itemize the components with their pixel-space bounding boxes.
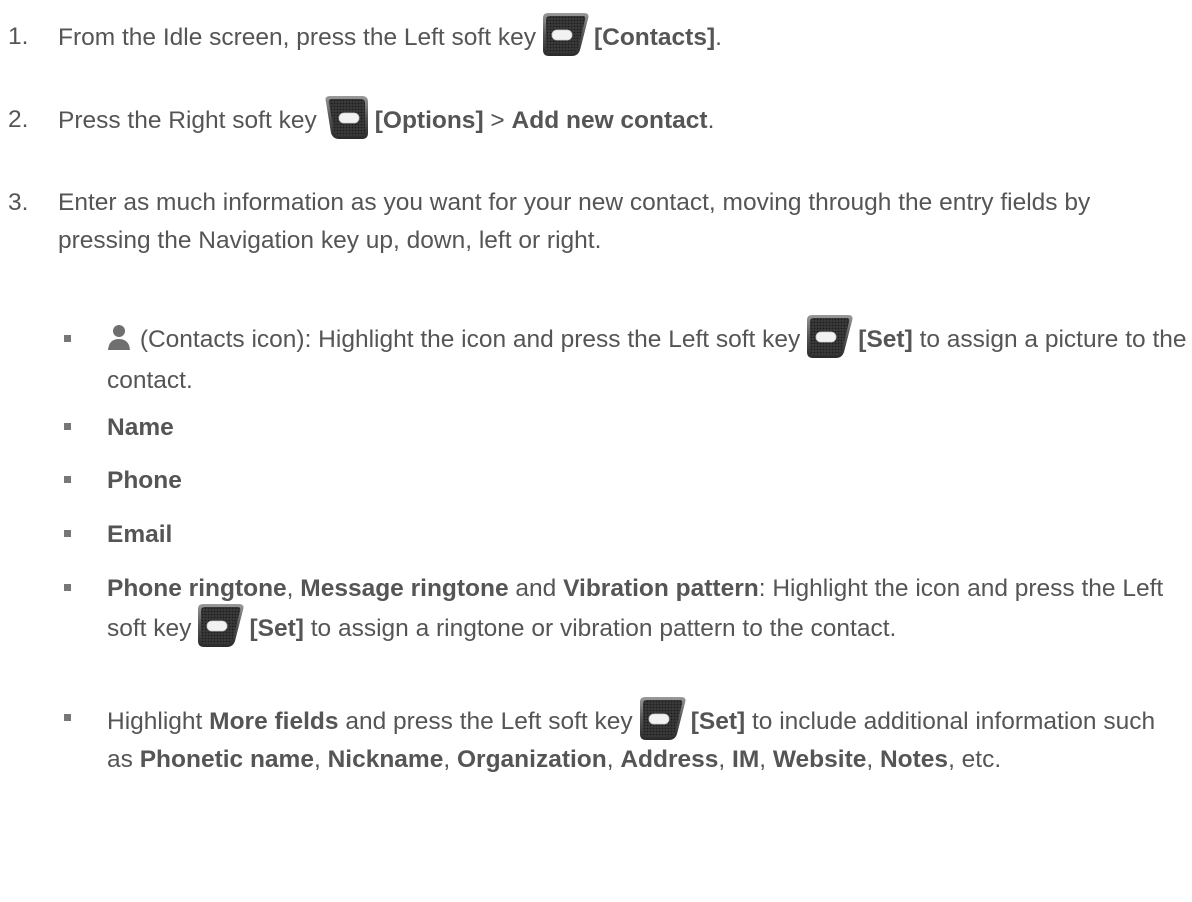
field-nickname: Nickname <box>327 746 444 773</box>
step-number: 3. <box>8 189 29 216</box>
person-icon <box>108 324 130 350</box>
field-organization: Organization <box>456 746 607 773</box>
bullet-mark <box>64 584 71 591</box>
left-soft-key-icon <box>806 314 854 359</box>
field-im: IM <box>732 746 760 773</box>
more-fields-label: More fields <box>209 707 339 735</box>
instructions-page: 1. From the Idle screen, press the Left s… <box>0 0 1192 902</box>
field-phonetic-name: Phonetic name <box>139 746 314 773</box>
step-text: Press the Right soft key [Options] > Add … <box>58 95 714 142</box>
bullet-text: (Contacts icon): Highlight the icon and … <box>107 314 1187 401</box>
bullet-text: Highlight More fields and press the Left… <box>107 696 1187 776</box>
add-new-contact-label: Add new contact <box>511 106 708 134</box>
bullet-mark <box>64 335 71 342</box>
step-text: Enter as much information as you want fo… <box>58 189 1091 254</box>
step-1: 1. From the Idle screen, press the Left s… <box>8 12 1188 59</box>
step-text: From the Idle screen, press the Left sof… <box>58 12 722 59</box>
bullet-text: Phone ringtone, Message ringtone and Vib… <box>107 569 1187 650</box>
left-soft-key-icon <box>198 603 245 648</box>
field-notes: Notes <box>879 746 949 773</box>
step-number: 1. <box>8 23 29 50</box>
step-2: 2. Press the Right soft key [Options] > Ad… <box>8 95 1188 142</box>
options-key-label: [Options] <box>374 106 484 134</box>
phone-ringtone-label: Phone ringtone <box>107 575 287 602</box>
left-soft-key-icon <box>542 12 589 57</box>
left-soft-key-icon <box>639 696 686 741</box>
bullet-mark <box>64 476 71 483</box>
set-key-label: [Set] <box>249 615 304 642</box>
bullet-mark <box>64 714 71 721</box>
set-key-label: [Set] <box>690 707 746 735</box>
right-soft-key-icon <box>324 95 369 140</box>
field-address: Address <box>620 746 719 773</box>
bullet-mark <box>64 423 71 430</box>
contacts-key-label: [Contacts] <box>593 23 716 51</box>
set-key-label: [Set] <box>858 326 913 353</box>
step-3: 3. Enter as much information as you want … <box>8 184 1188 260</box>
phone-field-label: Phone <box>107 467 182 494</box>
bullet-mark <box>64 530 71 537</box>
email-field-label: Email <box>107 521 173 548</box>
name-field-label: Name <box>107 414 174 441</box>
message-ringtone-label: Message ringtone <box>300 575 509 602</box>
vibration-pattern-label: Vibration pattern <box>563 575 759 602</box>
step-number: 2. <box>8 106 29 133</box>
field-website: Website <box>772 746 867 773</box>
